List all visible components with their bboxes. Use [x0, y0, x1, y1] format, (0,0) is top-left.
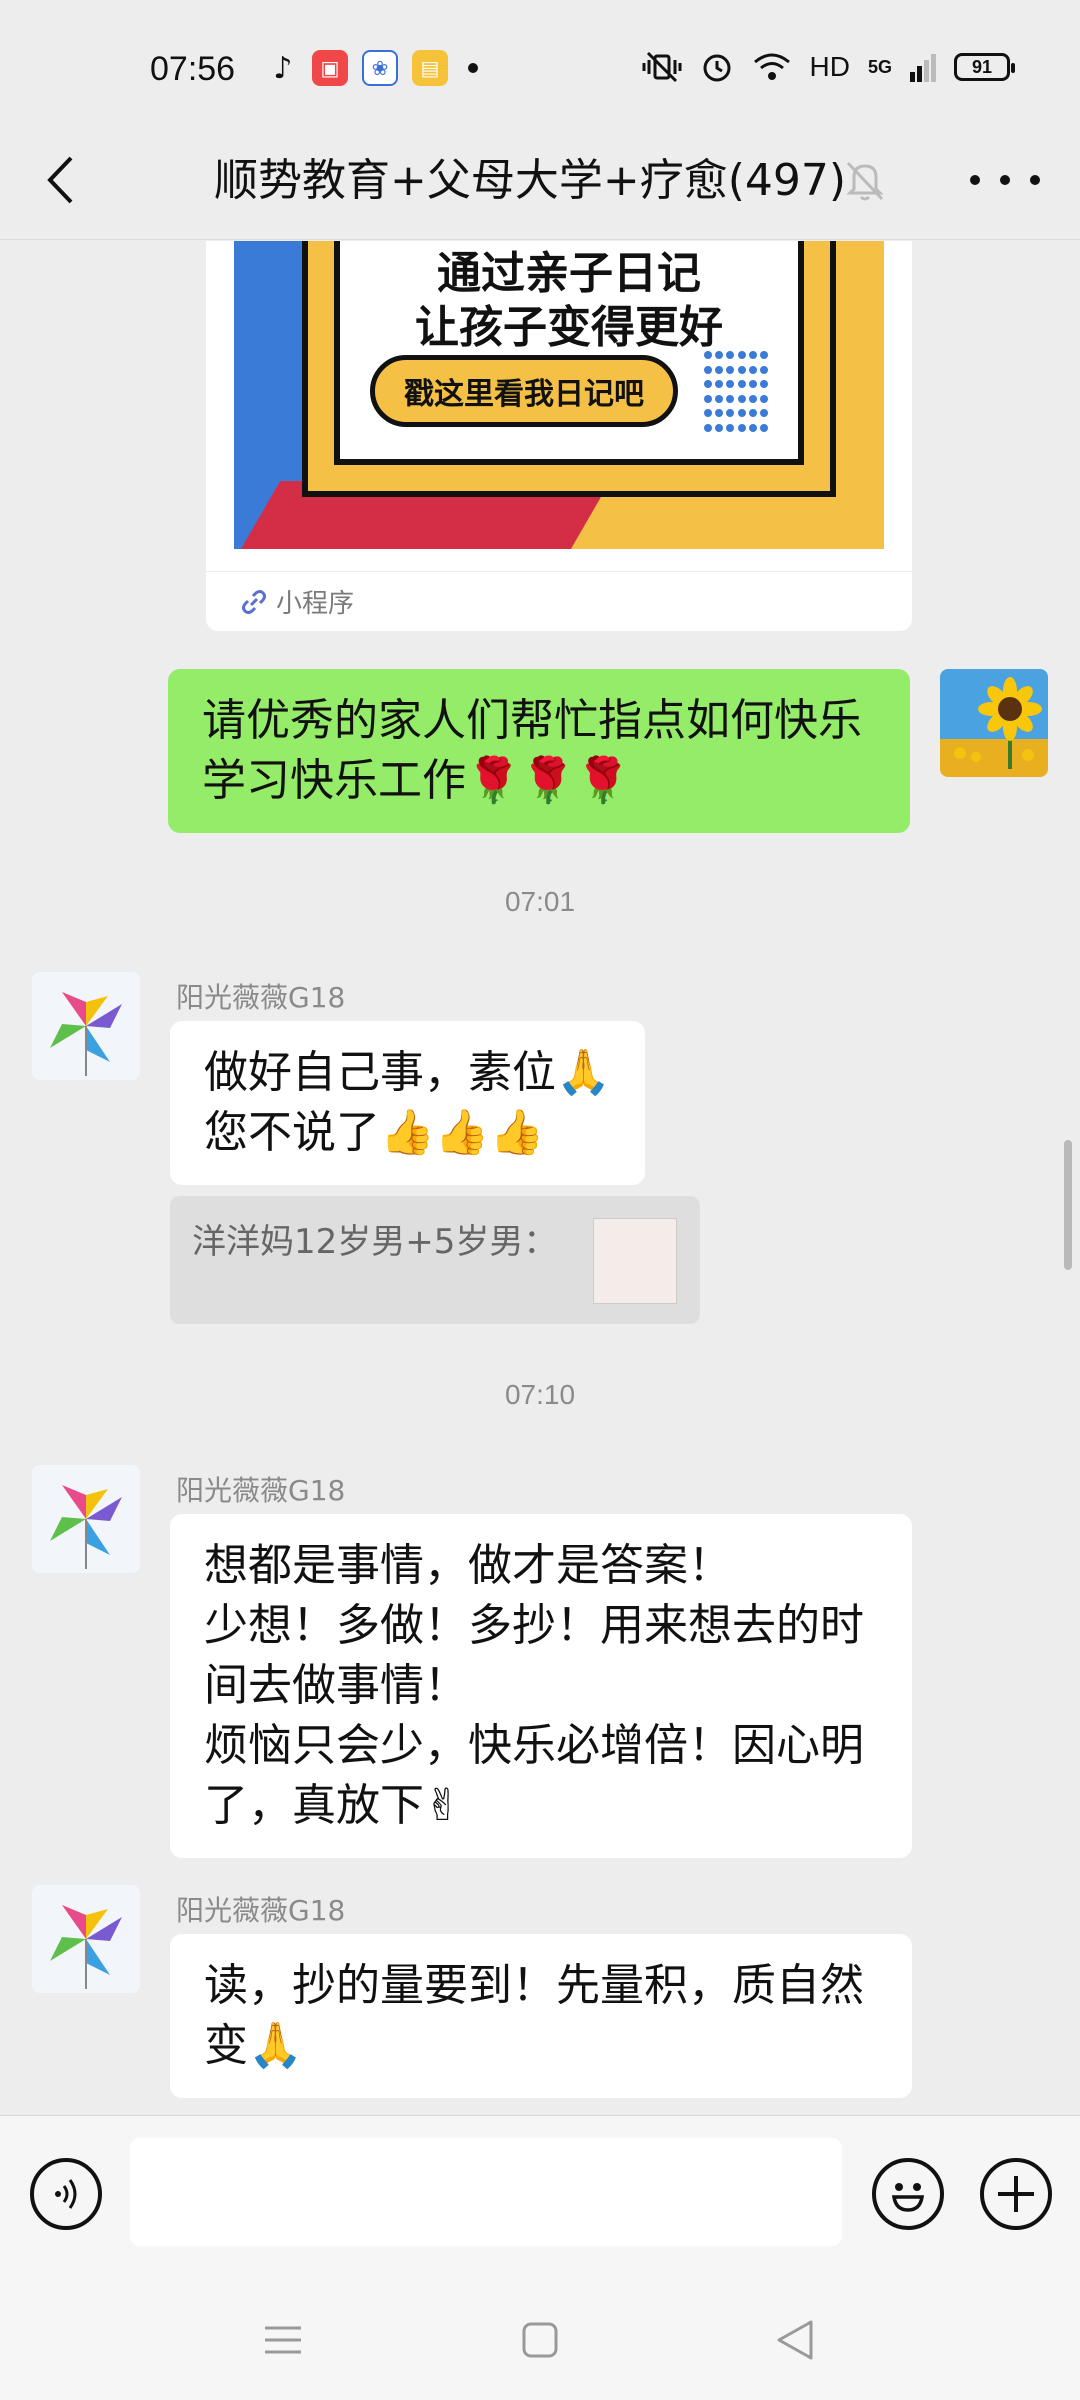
quote-text: 洋洋妈12岁男+5岁男： [192, 1222, 558, 1262]
battery-icon: 91 [954, 53, 1015, 81]
vibrate-icon [642, 51, 682, 83]
smiley-icon [891, 2183, 925, 2212]
menu-nav-button[interactable] [258, 2315, 308, 2365]
signal-label: 5G [867, 56, 892, 77]
message-bubble[interactable]: 想都是事情，做才是答案！ 少想！多做！多抄！用来想去的时间去做事情！ 烦恼只会少… [170, 1514, 912, 1858]
input-bar [0, 2115, 1080, 2275]
emoji-button[interactable] [872, 2158, 944, 2230]
message-bubble[interactable]: 做好自己事，素位🙏 您不说了👍👍👍 [170, 1021, 645, 1185]
mini-program-icon [242, 589, 266, 614]
quote-thumbnail[interactable] [593, 1218, 677, 1304]
sender-name: 阳光薇薇G18 [176, 1474, 346, 1507]
timestamp: 07:10 [504, 1379, 576, 1410]
self-avatar[interactable] [940, 669, 1048, 777]
mini-program-footer: 小程序 [206, 571, 912, 631]
status-time: 07:56 [150, 50, 236, 88]
timestamp: 07:01 [504, 886, 576, 917]
add-button[interactable] [980, 2158, 1052, 2230]
message-input[interactable] [130, 2138, 842, 2246]
system-nav-bar [0, 2275, 1080, 2400]
dots-pattern [704, 351, 768, 435]
voice-button[interactable] [30, 2158, 102, 2230]
mini-program-label: 小程序 [276, 589, 355, 619]
system-icons: HD 5G 91 [642, 50, 1015, 84]
notification-icons: ♪ ▣ ❀ ▤ [268, 50, 478, 86]
notes-icon: ▤ [412, 50, 448, 86]
tiktok-icon: ♪ [273, 50, 293, 86]
sender-name: 阳光薇薇G18 [176, 1894, 346, 1927]
home-square-icon [522, 2322, 558, 2358]
sunflower-icon [940, 669, 1048, 777]
message-list[interactable]: 通过亲子日记 让孩子变得更好 戳这里看我日记吧 小程序 请优秀的家人们帮忙指点如… [0, 241, 1080, 2115]
battery-level: 91 [971, 56, 993, 77]
sender-avatar[interactable] [32, 1465, 140, 1573]
home-nav-button[interactable] [515, 2315, 565, 2365]
plus-icon [998, 2176, 1034, 2212]
message-bubble-self[interactable]: 请优秀的家人们帮忙指点如何快乐学习快乐工作🌹🌹🌹 [168, 669, 910, 833]
menu-icon [265, 2326, 301, 2354]
mini-program-card[interactable]: 通过亲子日记 让孩子变得更好 戳这里看我日记吧 小程序 [206, 241, 912, 631]
pinwheel-icon [32, 1885, 140, 1993]
triangle-back-icon [777, 2320, 813, 2360]
pinwheel-icon [32, 972, 140, 1080]
sender-avatar[interactable] [32, 1885, 140, 1993]
signal-icon [910, 54, 936, 82]
network-label: HD [809, 51, 850, 82]
baidu-icon: ❀ [362, 50, 398, 86]
voice-icon [55, 2179, 77, 2209]
more-options-button[interactable] [970, 155, 1040, 205]
alarm-icon [703, 54, 731, 82]
sender-name: 阳光薇薇G18 [176, 981, 346, 1014]
cover-button: 戳这里看我日记吧 [370, 355, 678, 427]
chat-header: 顺势教育+父母大学+疗愈(497) [0, 120, 1080, 240]
back-nav-button[interactable] [770, 2315, 820, 2365]
wifi-icon [753, 53, 790, 80]
pinwheel-icon [32, 1465, 140, 1573]
more-notifications-icon [468, 63, 478, 73]
cover-line-2: 让孩子变得更好 [415, 302, 723, 353]
app-red-icon: ▣ [312, 50, 348, 86]
mini-program-cover: 通过亲子日记 让孩子变得更好 戳这里看我日记吧 [234, 241, 884, 549]
message-bubble[interactable]: 读，抄的量要到！先量积，质自然变🙏 [170, 1934, 912, 2098]
status-bar: 07:56 ♪ ▣ ❀ ▤ HD 5G 91 [0, 0, 1080, 120]
sender-avatar[interactable] [32, 972, 140, 1080]
scrollbar[interactable] [1064, 1140, 1072, 1270]
chat-title: 顺势教育+父母大学+疗愈(497) [213, 155, 847, 206]
mute-bell-icon [846, 161, 884, 201]
